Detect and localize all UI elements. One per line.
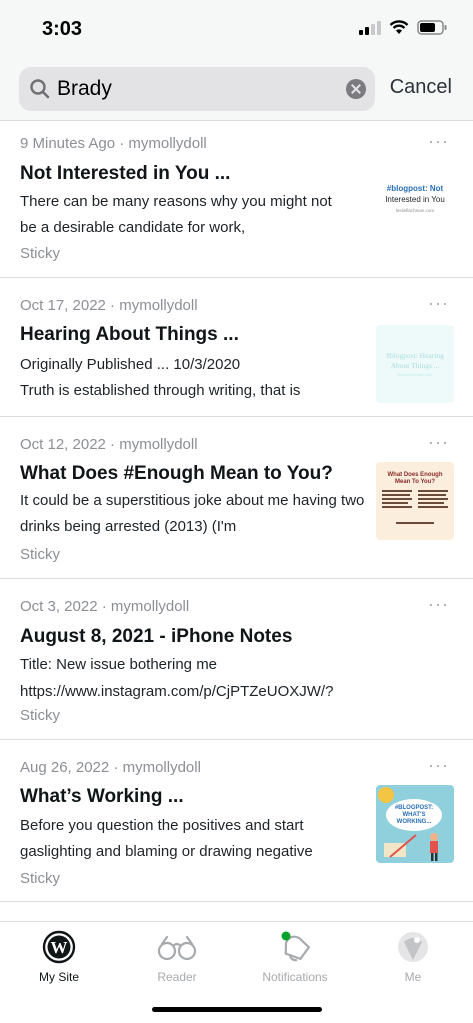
more-options-icon[interactable]: ··· <box>428 594 449 615</box>
post-thumbnail: #blogpost: Not Interested in You leslief… <box>376 162 454 240</box>
list-item[interactable]: Oct 3, 2022 · mymollydoll ··· August 8, … <box>0 579 473 740</box>
svg-text:W: W <box>51 938 68 957</box>
search-icon <box>30 79 50 99</box>
notification-dot <box>281 931 291 941</box>
post-thumbnail: #blogpost: Hearing About Things ... lesl… <box>376 325 454 403</box>
avatar-icon <box>398 932 428 962</box>
home-indicator <box>152 1007 322 1012</box>
wordpress-icon: W <box>42 930 76 964</box>
sticky-label: Sticky <box>20 707 61 724</box>
tab-notifications[interactable]: Notifications <box>236 930 354 990</box>
thumb-text: Interested in You <box>385 195 445 204</box>
post-title: August 8, 2021 - iPhone Notes <box>20 626 293 647</box>
post-meta: Oct 12, 2022 · mymollydoll <box>20 436 198 453</box>
tab-reader[interactable]: Reader <box>118 930 236 990</box>
post-meta: 9 Minutes Ago · mymollydoll <box>20 135 207 152</box>
battery-icon <box>417 20 447 35</box>
thumb-text: WORKING... <box>397 819 432 825</box>
search-area: Brady Cancel <box>0 60 473 120</box>
post-title: What’s Working ... <box>20 786 184 807</box>
svg-text:#blogpost: Not: #blogpost: Not <box>387 184 444 193</box>
post-meta: Oct 17, 2022 · mymollydoll <box>20 297 198 314</box>
post-thumbnail: What Does Enough Mean To You? <box>376 462 454 540</box>
post-excerpt: Truth is established through writing, th… <box>20 382 301 399</box>
bell-icon <box>281 931 311 962</box>
tab-me[interactable]: Me <box>354 930 472 990</box>
post-meta: Aug 26, 2022 · mymollydoll <box>20 759 201 776</box>
thumb-text: What Does Enough <box>388 472 443 478</box>
list-item[interactable]: Aug 26, 2022 · mymollydoll ··· What’s Wo… <box>0 740 473 902</box>
more-options-icon[interactable]: ··· <box>428 131 449 152</box>
more-options-icon[interactable]: ··· <box>428 293 449 314</box>
list-item[interactable]: Oct 17, 2022 · mymollydoll ··· Hearing A… <box>0 278 473 417</box>
post-excerpt: There can be many reasons why you might … <box>20 193 332 236</box>
thumb-text: #blogpost: Hearing <box>386 351 444 360</box>
post-excerpt: Title: New issue bothering me <box>20 656 218 673</box>
tab-label: Reader <box>157 970 197 984</box>
tab-label: Notifications <box>262 970 328 984</box>
glasses-icon <box>157 935 197 961</box>
list-item[interactable]: Oct 12, 2022 · mymollydoll ··· What Does… <box>0 417 473 579</box>
post-thumbnail: #BLOGPOST: WHAT'S WORKING... <box>376 785 454 863</box>
thumb-text: WHAT'S <box>403 812 426 818</box>
more-options-icon[interactable]: ··· <box>428 755 449 776</box>
status-bar: 3:03 <box>0 0 473 60</box>
tab-my-site[interactable]: W My Site <box>0 930 118 990</box>
tab-label: Me <box>404 970 422 984</box>
post-title: What Does #Enough Mean to You? <box>20 463 333 484</box>
signal-icon <box>359 20 381 35</box>
thumb-text: #blogpost: Not <box>387 184 444 193</box>
search-input[interactable]: Brady <box>19 67 375 111</box>
post-excerpt: https://www.instagram.com/p/CjPTZeUOXJW/… <box>20 683 334 700</box>
tab-label: My Site <box>38 970 79 984</box>
thumb-text: Mean To You? <box>395 479 435 485</box>
post-title: Not Interested in You ... <box>20 163 231 184</box>
post-excerpt: Before you question the positives and st… <box>20 817 313 860</box>
search-query[interactable]: Brady <box>57 77 112 101</box>
list-item[interactable]: 9 Minutes Ago · mymollydoll ··· Not Inte… <box>0 121 473 278</box>
post-excerpt: It could be a superstitious joke about m… <box>20 492 365 535</box>
sticky-label: Sticky <box>20 870 61 887</box>
clear-search-icon[interactable] <box>346 79 366 99</box>
thumb-text: leslieflachman.com <box>396 208 435 213</box>
thumb-text: About Things ... <box>391 361 440 370</box>
status-time: 3:03 <box>42 18 83 40</box>
cancel-button[interactable]: Cancel <box>390 76 452 99</box>
wifi-icon <box>389 20 409 34</box>
post-title: Hearing About Things ... <box>20 324 239 345</box>
sticky-label: Sticky <box>20 245 61 262</box>
status-icons <box>359 20 447 35</box>
thumb-text: leslieflachman.com <box>398 372 433 377</box>
thumb-text: #BLOGPOST: <box>395 805 433 811</box>
more-options-icon[interactable]: ··· <box>428 432 449 453</box>
post-meta: Oct 3, 2022 · mymollydoll <box>20 598 190 615</box>
post-excerpt: Originally Published ... 10/3/2020 <box>20 356 241 373</box>
sticky-label: Sticky <box>20 546 61 563</box>
